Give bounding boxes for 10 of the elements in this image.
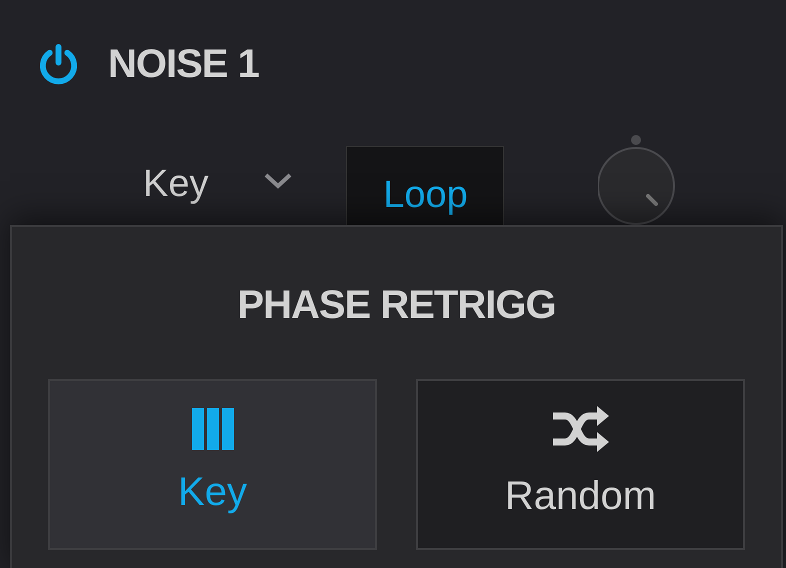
chevron-down-icon[interactable] — [264, 173, 292, 189]
shuffle-icon — [552, 404, 608, 454]
loop-toggle[interactable]: Loop — [346, 146, 504, 226]
popup-title: PHASE RETRIGG — [237, 282, 556, 329]
module-title: NOISE 1 — [108, 41, 259, 88]
retrig-mode-value[interactable]: Key — [143, 156, 208, 213]
option-button[interactable]: Random — [416, 379, 745, 550]
piano-keys-icon — [192, 408, 234, 450]
option-button[interactable]: Key — [48, 379, 377, 550]
power-icon[interactable] — [37, 42, 80, 86]
